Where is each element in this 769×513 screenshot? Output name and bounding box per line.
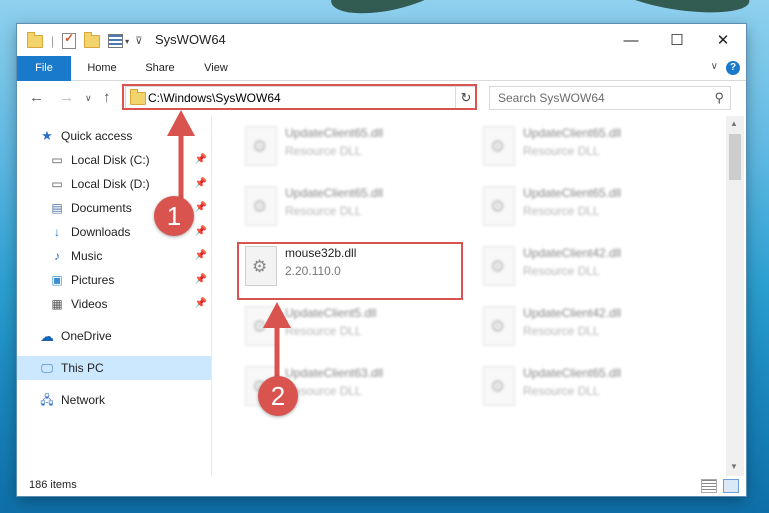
customize-toolbar-icon[interactable]: ⊽ <box>135 36 142 47</box>
videos-icon: ▦ <box>51 297 63 311</box>
pin-icon[interactable]: 📌 <box>195 268 207 292</box>
pin-icon[interactable]: 📌 <box>195 244 207 268</box>
minimize-button[interactable]: — <box>608 24 654 56</box>
scroll-thumb[interactable] <box>729 134 741 180</box>
scroll-down-icon[interactable]: ▼ <box>730 462 738 471</box>
search-icon[interactable]: ⚲ <box>714 90 724 106</box>
step-2-badge: 2 <box>258 376 298 416</box>
sidebar-item-onedrive[interactable]: ☁ OneDrive <box>17 324 211 348</box>
star-icon: ★ <box>41 128 53 143</box>
new-folder-icon[interactable] <box>84 31 101 48</box>
up-arrow-icon[interactable]: ↑ <box>103 89 111 106</box>
explorer-window: | ▾ ⊽ SysWOW64 — ☐ ✕ File Home Share Vie… <box>17 24 746 496</box>
tab-view[interactable]: View <box>193 56 239 80</box>
maximize-button[interactable]: ☐ <box>654 24 700 56</box>
dll-file-icon <box>483 366 515 406</box>
list-item[interactable]: UpdateClient42.dll Resource DLL <box>475 240 695 296</box>
vertical-scrollbar[interactable]: ▲ ▼ <box>726 116 744 476</box>
annotation-arrow-2 <box>263 302 291 378</box>
downloads-icon: ↓ <box>54 225 60 239</box>
file-highlight-box <box>237 242 463 300</box>
sidebar-item-music[interactable]: ♪ Music 📌 <box>17 244 211 268</box>
window-title: SysWOW64 <box>155 32 226 47</box>
close-button[interactable]: ✕ <box>700 24 746 56</box>
dll-file-icon <box>483 186 515 226</box>
back-arrow-icon[interactable]: ← <box>29 89 44 106</box>
forward-arrow-icon[interactable]: → <box>59 89 74 106</box>
properties-icon[interactable] <box>62 31 77 49</box>
documents-icon: ▤ <box>51 201 63 215</box>
annotation-arrow-1 <box>167 110 195 204</box>
tab-home[interactable]: Home <box>79 56 125 80</box>
sidebar-item-videos[interactable]: ▦ Videos 📌 <box>17 292 211 316</box>
item-count: 186 items <box>29 479 77 491</box>
address-highlight-box <box>122 84 477 110</box>
pin-icon[interactable]: 📌 <box>195 220 207 244</box>
help-icon[interactable]: ? <box>726 61 740 75</box>
dll-file-icon <box>483 246 515 286</box>
dll-file-icon <box>245 126 277 166</box>
folder-icon <box>27 31 43 48</box>
dll-file-icon <box>483 126 515 166</box>
background-leaf <box>608 0 752 20</box>
pictures-icon: ▣ <box>51 273 63 287</box>
computer-icon: 🖵 <box>41 361 53 375</box>
sidebar-item-pictures[interactable]: ▣ Pictures 📌 <box>17 268 211 292</box>
title-bar: | ▾ ⊽ SysWOW64 — ☐ ✕ <box>17 24 746 56</box>
step-1-badge: 1 <box>154 196 194 236</box>
search-placeholder: Search SysWOW64 <box>498 91 605 105</box>
list-item[interactable]: UpdateClient65.dll Resource DLL <box>237 180 457 236</box>
status-bar: 186 items <box>17 476 746 496</box>
tab-share[interactable]: Share <box>137 56 183 80</box>
network-icon: 🖧 <box>40 393 54 407</box>
list-item[interactable]: UpdateClient42.dll Resource DLL <box>475 300 695 356</box>
large-icons-view-icon[interactable] <box>723 479 739 493</box>
quick-access-toolbar: | ▾ ⊽ <box>27 31 142 49</box>
search-input[interactable]: Search SysWOW64 ⚲ <box>489 86 731 110</box>
scroll-up-icon[interactable]: ▲ <box>730 119 738 128</box>
dll-file-icon <box>483 306 515 346</box>
dll-file-icon <box>245 186 277 226</box>
background-leaf <box>327 0 453 23</box>
music-icon: ♪ <box>54 249 60 263</box>
navigation-bar: ← → ∨ ↑ C:\Windows\SysWOW64 ∨ ↻ Search S… <box>17 81 746 115</box>
list-item[interactable]: UpdateClient65.dll Resource DLL <box>475 360 695 416</box>
details-view-icon[interactable] <box>701 479 717 493</box>
cloud-icon: ☁ <box>40 328 54 344</box>
recent-locations-icon[interactable]: ∨ <box>85 93 92 104</box>
list-item[interactable]: UpdateClient65.dll Resource DLL <box>475 180 695 236</box>
toolbar-separator: | <box>51 34 55 48</box>
list-item[interactable]: UpdateClient65.dll Resource DLL <box>475 120 695 176</box>
ribbon-collapse-icon[interactable]: ∨ <box>711 61 718 72</box>
pin-icon[interactable]: 📌 <box>195 292 207 316</box>
sidebar-item-network[interactable]: 🖧 Network <box>17 388 211 412</box>
dropdown-arrow-icon[interactable]: ▾ <box>125 37 129 46</box>
sidebar-item-this-pc[interactable]: 🖵 This PC <box>17 356 211 380</box>
list-item[interactable]: UpdateClient65.dll Resource DLL <box>237 120 457 176</box>
drive-icon: ▭ <box>51 153 63 167</box>
ribbon: File Home Share View ∨ ? <box>17 56 746 112</box>
drive-icon: ▭ <box>51 177 63 191</box>
view-list-icon[interactable] <box>108 34 124 48</box>
